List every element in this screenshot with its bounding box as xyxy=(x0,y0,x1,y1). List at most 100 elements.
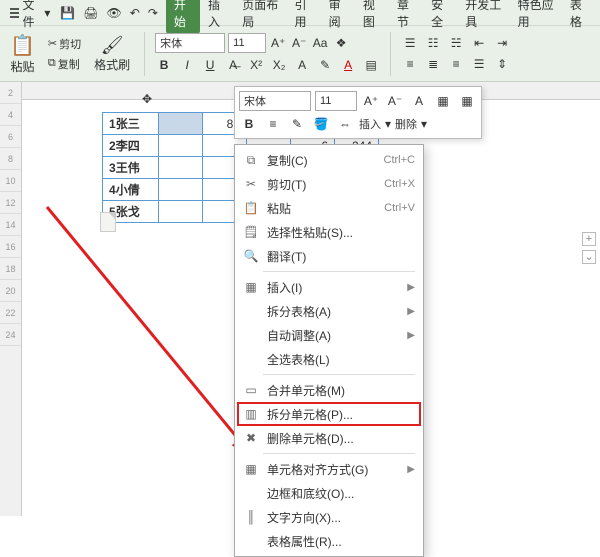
add-column-button[interactable]: + xyxy=(582,232,596,246)
align-center-button[interactable]: ≣ xyxy=(424,55,442,73)
table-move-handle[interactable]: ✥ xyxy=(142,92,152,106)
tab-table[interactable]: 表格 xyxy=(562,0,596,34)
fill-color-button[interactable]: ▤ xyxy=(362,56,380,74)
cm-split-cells[interactable]: ▥拆分单元格(P)... xyxy=(235,402,423,426)
mini-delete-button[interactable]: 删除 xyxy=(395,116,417,132)
multilevel-button[interactable]: ☵ xyxy=(447,34,465,52)
tab-chapter[interactable]: 章节 xyxy=(389,0,423,34)
tab-insert[interactable]: 插入 xyxy=(200,0,234,34)
redo-icon[interactable]: ↷ xyxy=(148,6,158,20)
align-icon: ▦ xyxy=(243,461,259,477)
paste-icon: 📋 xyxy=(243,200,259,216)
subscript-button[interactable]: X₂ xyxy=(270,56,288,74)
tab-developer[interactable]: 开发工具 xyxy=(457,0,509,34)
mini-toolbar: 宋体 11 A⁺ A⁻ A ▦ ▦ B ≡ ✎ 🪣 ⇔ 插入▾ 删除▾ xyxy=(234,86,482,139)
text-direction-icon: ║ xyxy=(243,509,259,525)
file-menu-button[interactable]: 文件 ▾ xyxy=(4,0,56,32)
clear-format-icon[interactable]: ❖ xyxy=(332,34,350,52)
clipboard-icon: 📋 xyxy=(10,33,35,58)
context-menu: ⧉复制(C)Ctrl+C ✂剪切(T)Ctrl+X 📋粘贴Ctrl+V 🗒选择性… xyxy=(234,144,424,557)
superscript-button[interactable]: X² xyxy=(247,56,265,74)
bullets-button[interactable]: ☰ xyxy=(401,34,419,52)
mini-decrease-font-icon[interactable]: A⁻ xyxy=(385,91,405,111)
cm-table-props[interactable]: 表格属性(R)... xyxy=(235,529,423,553)
mini-autofit-button[interactable]: ⇔ xyxy=(335,114,355,134)
cm-insert[interactable]: ▦插入(I)▶ xyxy=(235,275,423,299)
tab-references[interactable]: 引用 xyxy=(287,0,321,34)
tab-page-layout[interactable]: 页面布局 xyxy=(234,0,286,34)
scissors-icon: ✂ xyxy=(243,176,259,192)
print-preview-icon[interactable]: 👁 xyxy=(107,6,122,20)
dropdown-icon: ▾ xyxy=(44,6,50,20)
mini-highlight-button[interactable]: ✎ xyxy=(287,114,307,134)
bold-button[interactable]: B xyxy=(155,56,173,74)
italic-button[interactable]: I xyxy=(178,56,196,74)
hamburger-icon xyxy=(10,6,19,20)
cm-borders[interactable]: 边框和底纹(O)... xyxy=(235,481,423,505)
decrease-indent-button[interactable]: ⇤ xyxy=(470,34,488,52)
increase-font-icon[interactable]: A⁺ xyxy=(269,34,287,52)
mini-font-color-icon[interactable]: A xyxy=(409,91,429,111)
cm-cut[interactable]: ✂剪切(T)Ctrl+X xyxy=(235,172,423,196)
cm-cell-align[interactable]: ▦单元格对齐方式(G)▶ xyxy=(235,457,423,481)
line-spacing-button[interactable]: ⇕ xyxy=(493,55,511,73)
merge-cells-icon: ▭ xyxy=(243,382,259,398)
mini-font-combo[interactable]: 宋体 xyxy=(239,91,311,111)
font-size-combo[interactable]: 11 xyxy=(228,33,266,53)
cm-select-all-table[interactable]: 全选表格(L) xyxy=(235,347,423,371)
cut-button[interactable]: ✂剪切 xyxy=(45,35,84,53)
table-options-button[interactable]: ⌄ xyxy=(582,250,596,264)
cm-paste[interactable]: 📋粘贴Ctrl+V xyxy=(235,196,423,220)
cm-delete-cells[interactable]: ✖删除单元格(D)... xyxy=(235,426,423,450)
font-name-combo[interactable]: 宋体 xyxy=(155,33,225,53)
cm-auto-fit[interactable]: 自动调整(A)▶ xyxy=(235,323,423,347)
table-side-controls: + ⌄ xyxy=(582,232,596,264)
font-color-button[interactable]: A xyxy=(339,56,357,74)
paste-button[interactable]: 📋 粘贴 xyxy=(6,29,39,79)
mini-increase-font-icon[interactable]: A⁺ xyxy=(361,91,381,111)
format-painter-label: 格式刷 xyxy=(94,56,130,73)
print-icon[interactable]: 🖨 xyxy=(83,6,98,20)
increase-indent-button[interactable]: ⇥ xyxy=(493,34,511,52)
ribbon: 📋 粘贴 ✂剪切 ⧉复制 🖌 格式刷 宋体 11 A⁺ A⁻ Aa ❖ B I … xyxy=(0,26,600,82)
translate-icon: 🔍 xyxy=(243,248,259,264)
brush-icon: 🖌 xyxy=(101,35,124,56)
mini-merge-icon[interactable]: ▦ xyxy=(457,91,477,111)
tab-start[interactable]: 开始 xyxy=(166,0,200,34)
cm-text-direction[interactable]: ║文字方向(X)... xyxy=(235,505,423,529)
mini-align-button[interactable]: ≡ xyxy=(263,114,283,134)
undo-icon[interactable]: ↶ xyxy=(130,6,140,20)
cm-copy[interactable]: ⧉复制(C)Ctrl+C xyxy=(235,148,423,172)
cm-merge-cells[interactable]: ▭合并单元格(M) xyxy=(235,378,423,402)
underline-button[interactable]: U xyxy=(201,56,219,74)
tab-security[interactable]: 安全 xyxy=(423,0,457,34)
mini-fill-button[interactable]: 🪣 xyxy=(311,114,331,134)
highlight-button[interactable]: ✎ xyxy=(316,56,334,74)
scissors-icon: ✂ xyxy=(48,37,57,50)
copy-icon: ⧉ xyxy=(243,152,259,168)
split-cells-icon: ▥ xyxy=(243,406,259,422)
cm-translate[interactable]: 🔍翻译(T) xyxy=(235,244,423,268)
mini-bold-button[interactable]: B xyxy=(239,114,259,134)
mini-size-combo[interactable]: 11 xyxy=(315,91,357,111)
decrease-font-icon[interactable]: A⁻ xyxy=(290,34,308,52)
align-right-button[interactable]: ≡ xyxy=(447,55,465,73)
tab-review[interactable]: 审阅 xyxy=(321,0,355,34)
copy-button[interactable]: ⧉复制 xyxy=(45,55,84,73)
tab-special[interactable]: 特色应用 xyxy=(510,0,562,34)
save-icon[interactable]: 💾 xyxy=(60,6,75,20)
text-effects-button[interactable]: A xyxy=(293,56,311,74)
tab-view[interactable]: 视图 xyxy=(355,0,389,34)
mini-insert-button[interactable]: 插入 xyxy=(359,116,381,132)
strike-button[interactable]: A̶ xyxy=(224,56,242,74)
justify-button[interactable]: ☰ xyxy=(470,55,488,73)
paste-label: 粘贴 xyxy=(10,58,34,75)
numbering-button[interactable]: ☷ xyxy=(424,34,442,52)
align-left-button[interactable]: ≡ xyxy=(401,55,419,73)
cm-split-table[interactable]: 拆分表格(A)▶ xyxy=(235,299,423,323)
paste-special-icon: 🗒 xyxy=(243,224,259,240)
cm-paste-special[interactable]: 🗒选择性粘贴(S)... xyxy=(235,220,423,244)
format-painter-button[interactable]: 🖌 格式刷 xyxy=(90,31,134,77)
change-case-icon[interactable]: Aa xyxy=(311,34,329,52)
mini-borders-icon[interactable]: ▦ xyxy=(433,91,453,111)
